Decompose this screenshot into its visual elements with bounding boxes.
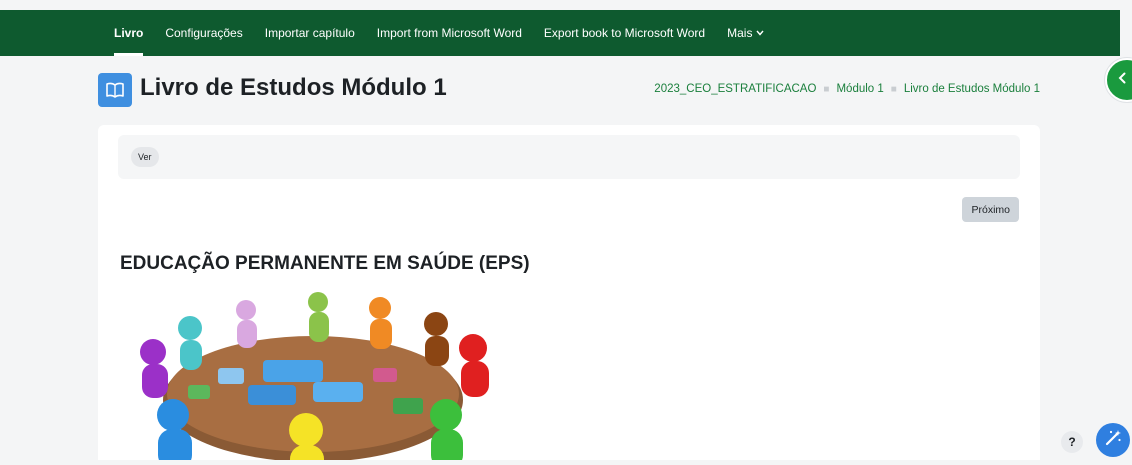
book-icon xyxy=(98,73,132,107)
breadcrumb-separator: ■ xyxy=(890,83,897,95)
book-secondary-nav: Ver xyxy=(118,135,1020,179)
breadcrumb-book[interactable]: Livro de Estudos Módulo 1 xyxy=(904,83,1040,95)
chapter-title: EDUCAÇÃO PERMANENTE EM SAÚDE (EPS) xyxy=(120,253,530,274)
nav-tab-importar-capitulo[interactable]: Importar capítulo xyxy=(254,10,366,56)
nav-tab-configuracoes[interactable]: Configurações xyxy=(154,10,253,56)
nav-tab-livro[interactable]: Livro xyxy=(103,10,154,56)
nav-tab-import-word[interactable]: Import from Microsoft Word xyxy=(366,10,533,56)
top-navbar: Livro Configurações Importar capítulo Im… xyxy=(0,10,1120,56)
main-content-card: Ver Próximo EDUCAÇÃO PERMANENTE EM SAÚDE… xyxy=(98,125,1040,465)
breadcrumb: 2023_CEO_ESTRATIFICACAO ■ Módulo 1 ■ Liv… xyxy=(654,83,1040,95)
help-button[interactable]: ? xyxy=(1061,431,1083,453)
nav-tab-export-word[interactable]: Export book to Microsoft Word xyxy=(533,10,716,56)
page-title: Livro de Estudos Módulo 1 xyxy=(140,74,447,101)
assistant-button[interactable] xyxy=(1096,423,1130,457)
chevron-left-icon xyxy=(1118,71,1127,89)
secondary-navigation: Livro Configurações Importar capítulo Im… xyxy=(103,10,775,56)
breadcrumb-module[interactable]: Módulo 1 xyxy=(836,83,883,95)
page-header: Livro de Estudos Módulo 1 2023_CEO_ESTRA… xyxy=(98,70,1040,110)
magic-wand-icon xyxy=(1104,429,1122,452)
round-table-puzzle-illustration xyxy=(128,290,498,465)
breadcrumb-course[interactable]: 2023_CEO_ESTRATIFICACAO xyxy=(654,83,816,95)
breadcrumb-separator: ■ xyxy=(823,83,830,95)
nav-more-dropdown[interactable]: Mais xyxy=(716,10,775,56)
next-chapter-button[interactable]: Próximo xyxy=(962,197,1019,222)
view-pill[interactable]: Ver xyxy=(131,147,159,167)
drawer-toggle-button[interactable] xyxy=(1105,58,1132,102)
chevron-down-icon xyxy=(756,28,764,38)
